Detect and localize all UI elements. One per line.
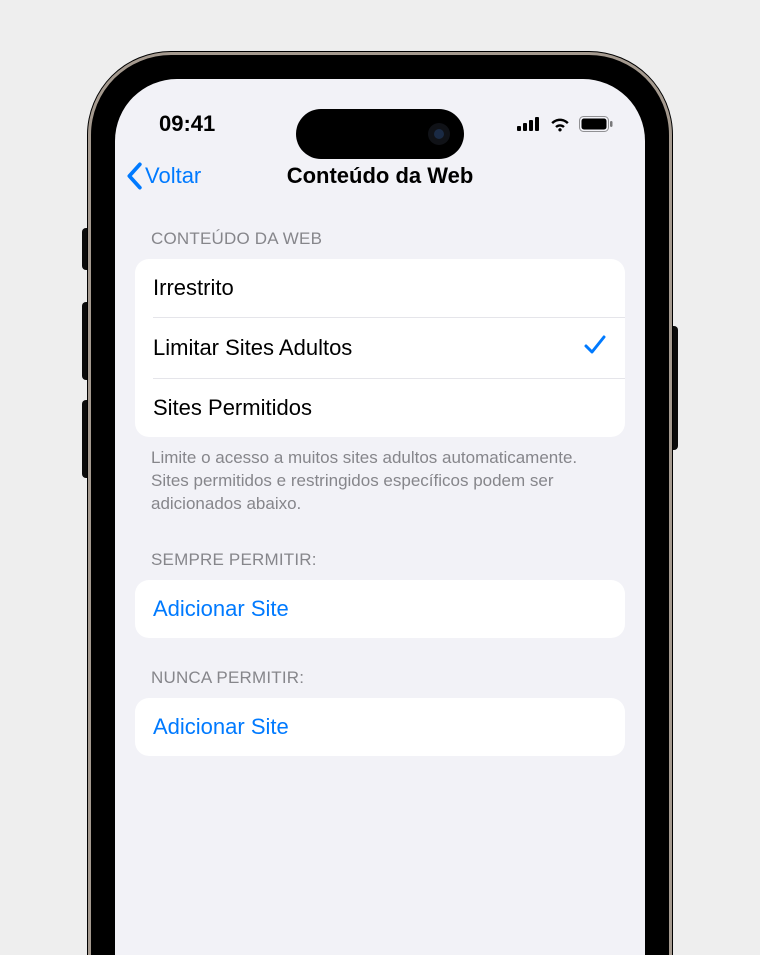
checkmark-icon	[583, 334, 607, 362]
battery-icon	[579, 116, 613, 132]
front-camera	[428, 123, 450, 145]
add-site-never-allow[interactable]: Adicionar Site	[135, 698, 625, 756]
chevron-left-icon	[125, 162, 143, 190]
dynamic-island	[296, 109, 464, 159]
always-allow-group: Adicionar Site	[135, 580, 625, 638]
never-allow-group: Adicionar Site	[135, 698, 625, 756]
phone-volume-down	[82, 400, 91, 478]
back-label: Voltar	[145, 163, 201, 189]
screen: 09:41	[115, 79, 645, 955]
page-title: Conteúdo da Web	[287, 163, 474, 189]
cellular-icon	[517, 117, 541, 131]
option-unrestricted[interactable]: Irrestrito	[135, 259, 625, 317]
wifi-icon	[549, 116, 571, 132]
add-site-always-allow[interactable]: Adicionar Site	[135, 580, 625, 638]
option-limit-adult-label: Limitar Sites Adultos	[153, 335, 352, 361]
option-unrestricted-label: Irrestrito	[153, 275, 234, 301]
web-content-footer: Limite o acesso a muitos sites adultos a…	[135, 437, 625, 516]
web-content-group: Irrestrito Limitar Sites Adultos Sites P…	[135, 259, 625, 437]
section-header-always-allow: SEMPRE PERMITIR:	[135, 550, 625, 580]
phone-volume-up	[82, 302, 91, 380]
option-allowed-only-label: Sites Permitidos	[153, 395, 312, 421]
add-site-never-allow-label: Adicionar Site	[153, 714, 289, 740]
phone-power-button	[669, 326, 678, 450]
phone-silent-switch	[82, 228, 91, 270]
section-header-web-content: CONTEÚDO DA WEB	[135, 229, 625, 259]
option-limit-adult[interactable]: Limitar Sites Adultos	[153, 317, 625, 378]
phone-frame: 09:41	[91, 55, 669, 955]
section-header-never-allow: NUNCA PERMITIR:	[135, 668, 625, 698]
option-allowed-only[interactable]: Sites Permitidos	[153, 378, 625, 437]
add-site-always-allow-label: Adicionar Site	[153, 596, 289, 622]
back-button[interactable]: Voltar	[125, 162, 201, 190]
status-time: 09:41	[159, 111, 215, 137]
